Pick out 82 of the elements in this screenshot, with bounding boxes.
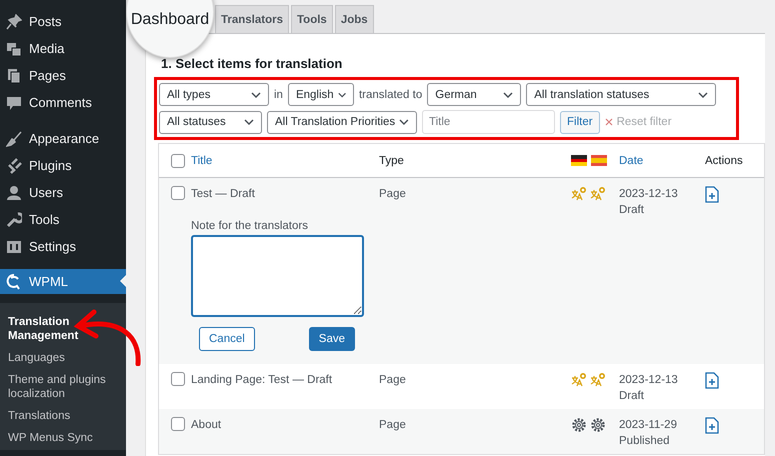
menu-item[interactable]: Settings <box>0 233 126 260</box>
date-cell-text: 2023-11-29 <box>619 418 677 433</box>
date-cell-text: 2023-12-13 <box>619 373 678 388</box>
column-header-link[interactable]: Title <box>191 154 212 168</box>
chevron-down-icon <box>399 119 409 125</box>
close-icon <box>604 118 613 126</box>
section-heading: 1. Select items for translation <box>160 56 344 71</box>
chevron-down-icon <box>244 119 254 125</box>
menu-item[interactable]: Appearance <box>0 125 126 152</box>
type-cell-text: Page <box>379 373 406 388</box>
translate-icon <box>590 186 605 201</box>
checkbox[interactable] <box>171 417 185 431</box>
status-cell-text: Draft <box>619 203 644 218</box>
type-cell-text: Page <box>379 418 406 433</box>
dropdown[interactable]: All statuses <box>159 110 262 134</box>
dropdown[interactable]: All types <box>159 83 269 106</box>
menu-item[interactable]: Tools <box>0 206 126 233</box>
date-cell-text: 2023-12-13 <box>619 187 678 202</box>
checkbox[interactable] <box>171 186 185 200</box>
title-cell-text: About <box>191 418 222 433</box>
filter-button[interactable]: Filter <box>560 110 600 134</box>
title-cell-text: Test — Draft <box>191 187 255 202</box>
submenu-item[interactable]: WP Menus Sync <box>0 428 126 450</box>
brush-icon <box>6 130 22 146</box>
menu-item[interactable]: Plugins <box>0 152 126 179</box>
media-icon <box>6 40 22 56</box>
dropdown[interactable]: English <box>288 83 354 106</box>
filter-label: in <box>274 88 283 100</box>
translate-icon <box>571 186 586 201</box>
wrench-icon <box>6 212 22 228</box>
add-translation-button[interactable] <box>705 372 719 389</box>
column-header-link[interactable]: Date <box>619 154 644 168</box>
gear-icon <box>571 417 586 432</box>
type-cell-text: Page <box>379 187 406 202</box>
dropdown[interactable]: All translation statuses <box>526 83 716 106</box>
settings-icon <box>6 238 22 254</box>
menu-item[interactable]: Users <box>0 179 126 206</box>
document-plus-icon <box>705 372 719 389</box>
menu-item[interactable]: Pages <box>0 62 126 89</box>
chevron-down-icon <box>698 92 708 98</box>
tab[interactable]: Tools <box>291 5 333 33</box>
filter-label: translated to <box>358 88 422 100</box>
spanish-flag-icon <box>591 155 607 166</box>
cancel-button[interactable]: Cancel <box>199 327 255 351</box>
menu-item[interactable]: Posts <box>0 8 126 35</box>
gear-icon <box>590 417 605 432</box>
pin-icon <box>6 14 22 30</box>
menu-item[interactable]: Media <box>0 35 126 62</box>
status-cell-text: Published <box>619 434 670 449</box>
save-button[interactable]: Save <box>308 327 355 351</box>
note-label: Note for the translators <box>191 219 309 234</box>
menu-item[interactable]: WPML <box>0 269 126 294</box>
checkbox[interactable] <box>171 154 185 168</box>
chevron-down-icon <box>251 92 261 98</box>
column-header: Actions <box>705 154 743 168</box>
status-cell-text: Draft <box>619 389 644 404</box>
tab[interactable]: Translators <box>215 5 289 33</box>
submenu-item[interactable]: Theme and plugins localization <box>0 370 126 406</box>
title-field[interactable]: Title <box>422 110 555 134</box>
checkbox[interactable] <box>171 372 185 386</box>
chevron-down-icon <box>338 92 346 98</box>
translate-icon <box>590 372 605 387</box>
translate-icon <box>571 372 586 387</box>
add-translation-button[interactable] <box>705 186 719 203</box>
dropdown[interactable]: All Translation Priorities <box>267 110 417 134</box>
dropdown[interactable]: German <box>427 83 522 106</box>
column-header: Type <box>379 154 404 168</box>
tab[interactable]: Dashboard <box>126 0 214 58</box>
document-plus-icon <box>705 417 719 434</box>
german-flag-icon <box>571 155 587 166</box>
submenu-item[interactable]: Languages <box>0 348 126 370</box>
note-field[interactable] <box>191 235 364 317</box>
add-translation-button[interactable] <box>705 417 719 434</box>
submenu-item[interactable]: Translation Management <box>0 312 126 348</box>
title-cell-text: Landing Page: Test — Draft <box>191 373 332 388</box>
menu-item[interactable]: Comments <box>0 89 126 116</box>
submenu-item[interactable]: Translations <box>0 406 126 428</box>
document-plus-icon <box>705 186 719 203</box>
user-icon <box>6 184 22 200</box>
chevron-down-icon <box>503 92 514 98</box>
tab[interactable]: Jobs <box>334 5 374 33</box>
pages-icon <box>6 68 22 84</box>
